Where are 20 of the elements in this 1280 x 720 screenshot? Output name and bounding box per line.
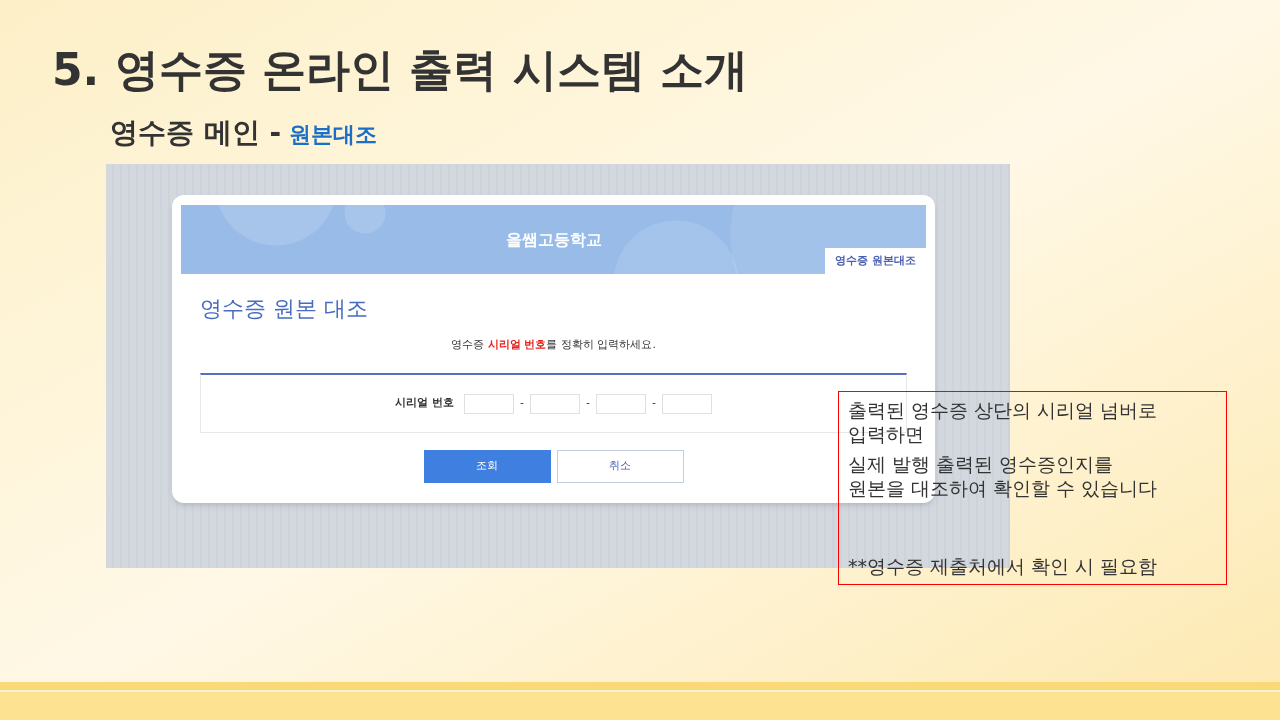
school-name: 올쌤고등학교 — [505, 228, 602, 251]
instruction-text: 영수증 시리얼 번호를 정확히 입력하세요. — [451, 338, 656, 351]
callout-text: **영수증 제출처에서 확인 시 필요함 — [848, 554, 1159, 578]
subtitle-highlight: 원본대조 — [289, 120, 378, 149]
separator-text: - — [651, 395, 656, 412]
page-tab[interactable]: 영수증 원본대조 — [825, 247, 926, 274]
serial-input[interactable] — [529, 393, 580, 414]
serial-label: 시리얼 번호 — [395, 395, 454, 412]
search-button[interactable]: 조회 — [423, 450, 551, 483]
callout-text: 출력된 영수증 상단의 시리얼 넘버로 입력하면 — [848, 398, 1159, 446]
serial-input[interactable] — [463, 393, 514, 414]
slide-subtitle: 영수증 메인 - — [110, 115, 282, 151]
slide-title: 5. 영수증 온라인 출력 시스템 소개 — [52, 43, 749, 97]
separator-text: - — [585, 395, 590, 412]
serial-input[interactable] — [595, 393, 646, 414]
separator-text: - — [519, 395, 524, 412]
cancel-button[interactable]: 취소 — [556, 450, 684, 483]
callout-text: 실제 발행 출력된 영수증인지를 원본을 대조하여 확인할 수 있습니다 — [848, 452, 1159, 500]
serial-input[interactable] — [661, 393, 712, 414]
page-heading: 영수증 원본 대조 — [200, 295, 369, 323]
